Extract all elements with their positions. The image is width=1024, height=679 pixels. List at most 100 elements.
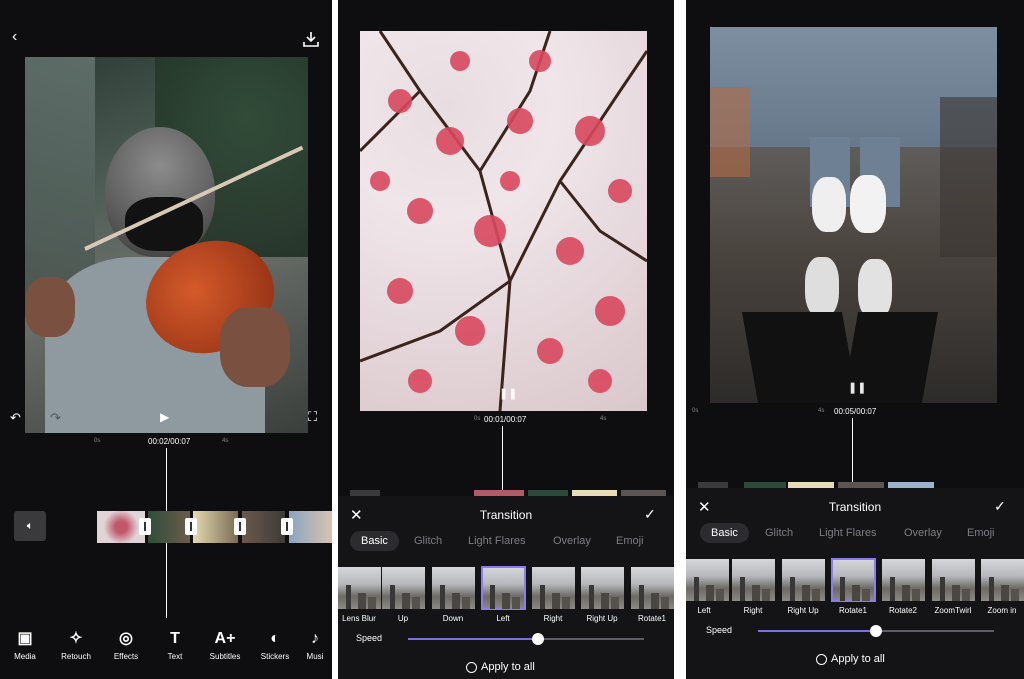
pause-icon[interactable]: ❚❚ <box>499 387 517 400</box>
panel-title: Transition <box>479 508 533 522</box>
transition-screen: ❚❚ 0s 4s 00:05/00:07 ✕ Transition ✓ Basi… <box>686 0 1024 679</box>
apply-to-all[interactable]: Apply to all <box>466 661 535 673</box>
back-icon[interactable]: ‹ <box>12 28 17 46</box>
transition-thumb[interactable] <box>382 567 425 609</box>
playhead[interactable] <box>502 426 503 492</box>
tool-effects[interactable]: ◎ Effects <box>101 628 151 661</box>
transition-thumb[interactable] <box>782 559 825 601</box>
transition-thumb[interactable] <box>338 567 381 609</box>
text-icon: T <box>170 630 180 647</box>
timecode: 00:01/00:07 <box>484 415 527 424</box>
tick-0s: 0s <box>94 438 101 444</box>
video-preview[interactable] <box>710 27 997 403</box>
playhead[interactable] <box>852 418 853 484</box>
subtitles-icon: A+ <box>214 630 236 647</box>
fullscreen-icon[interactable]: ⛶ <box>308 409 317 425</box>
transition-thumb[interactable] <box>932 559 975 601</box>
radio-icon <box>466 661 477 673</box>
transition-thumb-selected[interactable] <box>481 566 526 610</box>
transition-thumb-selected[interactable] <box>831 558 876 602</box>
transition-label: Down <box>442 614 464 623</box>
music-icon: ♪ <box>311 630 319 647</box>
transition-thumb[interactable] <box>732 559 775 601</box>
tool-stickers[interactable]: ◐ Stickers <box>250 628 300 661</box>
radio-icon <box>816 653 827 665</box>
tab-basic[interactable]: Basic <box>350 531 399 551</box>
apply-to-all[interactable]: Apply to all <box>816 653 885 665</box>
timecode: 00:02/00:07 <box>148 437 191 446</box>
play-icon[interactable]: ▶ <box>160 410 169 424</box>
media-icon: ▣ <box>17 630 33 647</box>
transition-thumb[interactable] <box>581 567 624 609</box>
tool-label: Subtitles <box>209 652 241 661</box>
category-tabs: Basic Glitch Light Flares Overlay Emoji <box>686 523 1024 547</box>
tool-label: Media <box>14 652 36 661</box>
tool-text[interactable]: T Text <box>150 628 200 661</box>
transition-thumb[interactable] <box>532 567 575 609</box>
tab-overlay[interactable]: Overlay <box>904 527 942 539</box>
tool-label: Musi <box>306 652 324 661</box>
tab-light-flares[interactable]: Light Flares <box>468 535 525 547</box>
tab-light-flares[interactable]: Light Flares <box>819 527 876 539</box>
video-preview[interactable] <box>25 57 308 433</box>
speed-slider-knob[interactable] <box>531 633 544 645</box>
tool-label: Effects <box>113 652 139 661</box>
panel-title: Transition <box>828 500 882 514</box>
timeline-clip[interactable] <box>97 511 145 543</box>
confirm-icon[interactable]: ✓ <box>644 506 656 523</box>
tool-music[interactable]: ♪ Musi <box>298 628 332 661</box>
tab-emoji[interactable]: Emoji <box>967 527 995 539</box>
transition-label: Up <box>397 614 409 623</box>
transition-label: Right Up <box>586 614 618 623</box>
tool-media[interactable]: ▣ Media <box>0 628 50 661</box>
tick-4s: 4s <box>222 438 229 444</box>
video-preview[interactable] <box>360 31 647 411</box>
tool-retouch[interactable]: ✧ Retouch <box>51 628 101 661</box>
pause-icon[interactable]: ❚❚ <box>848 381 866 394</box>
transition-label: Left <box>496 614 510 623</box>
bottom-toolbar: ▣ Media ✧ Retouch ◎ Effects T Text A+ Su… <box>0 628 332 668</box>
confirm-icon[interactable]: ✓ <box>994 498 1006 515</box>
tick-0s: 0s <box>692 408 699 414</box>
timeline-clip[interactable] <box>148 511 190 543</box>
timeline-clip[interactable] <box>193 511 238 543</box>
transition-thumb[interactable] <box>882 559 925 601</box>
stickers-icon: ◐ <box>270 630 280 647</box>
transition-thumb[interactable] <box>686 559 729 601</box>
transition-thumb[interactable] <box>631 567 674 609</box>
transition-button[interactable] <box>185 518 197 535</box>
volume-icon: 🔈︎ <box>26 519 34 532</box>
transition-label: Right Up <box>787 606 819 615</box>
blossom-branches <box>360 31 647 411</box>
download-icon[interactable] <box>302 30 320 48</box>
speed-slider-knob[interactable] <box>870 625 882 637</box>
transition-label: Left <box>697 606 711 615</box>
transition-label: Zoom in <box>987 606 1017 615</box>
timeline-clip[interactable] <box>242 511 285 543</box>
tab-glitch[interactable]: Glitch <box>414 535 442 547</box>
transition-thumb[interactable] <box>981 559 1024 601</box>
undo-icon[interactable]: ↶ <box>10 410 21 426</box>
redo-icon[interactable]: ↷ <box>50 410 61 426</box>
apply-label: Apply to all <box>831 653 885 665</box>
timeline-clip[interactable] <box>289 511 332 543</box>
tick-4s: 4s <box>600 416 607 422</box>
tool-subtitles[interactable]: A+ Subtitles <box>200 628 250 661</box>
tick-0s: 0s <box>474 416 481 422</box>
tool-label: Text <box>167 652 183 661</box>
speed-label: Speed <box>706 625 733 635</box>
tab-overlay[interactable]: Overlay <box>553 535 591 547</box>
retouch-icon: ✧ <box>69 630 83 647</box>
transition-button[interactable] <box>234 518 246 535</box>
tab-emoji[interactable]: Emoji <box>616 535 644 547</box>
effects-icon: ◎ <box>119 630 133 647</box>
speed-label: Speed <box>356 633 383 643</box>
transition-button[interactable] <box>139 518 151 535</box>
transition-thumb[interactable] <box>432 567 475 609</box>
tab-glitch[interactable]: Glitch <box>765 527 793 539</box>
transition-button[interactable] <box>281 518 293 535</box>
mute-button[interactable]: 🔈︎ <box>14 511 46 541</box>
transition-label: Rotate1 <box>838 606 868 615</box>
tool-label: Stickers <box>260 652 290 661</box>
tab-basic[interactable]: Basic <box>700 523 749 543</box>
